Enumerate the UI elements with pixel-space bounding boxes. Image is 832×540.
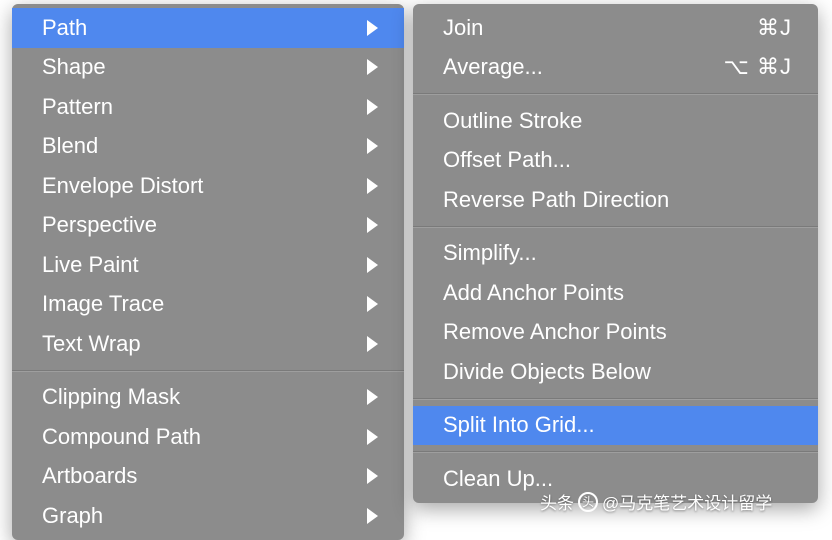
menu-item-average[interactable]: Average...⌥ ⌘J bbox=[413, 48, 818, 88]
path-submenu[interactable]: Join⌘JAverage...⌥ ⌘JOutline StrokeOffset… bbox=[413, 4, 818, 503]
submenu-arrow-icon bbox=[367, 429, 378, 445]
menu-item-pattern[interactable]: Pattern bbox=[12, 87, 404, 127]
watermark-icon: 头 bbox=[578, 492, 598, 512]
object-menu[interactable]: Path Shape Pattern Blend Envelope Distort Per… bbox=[12, 4, 404, 540]
menu-item-text-wrap[interactable]: Text Wrap bbox=[12, 324, 404, 364]
menu-item-label: Divide Objects Below bbox=[443, 359, 792, 385]
menu-item-label: Remove Anchor Points bbox=[443, 319, 792, 345]
menu-item-outline-stroke[interactable]: Outline Stroke bbox=[413, 101, 818, 141]
menu-item-label: Pattern bbox=[42, 94, 367, 120]
submenu-arrow-icon bbox=[367, 20, 378, 36]
menu-item-split-into-grid[interactable]: Split Into Grid... bbox=[413, 406, 818, 446]
menu-separator bbox=[12, 370, 404, 372]
menu-item-label: Path bbox=[42, 15, 367, 41]
menu-item-label: Live Paint bbox=[42, 252, 367, 278]
menu-item-label: Shape bbox=[42, 54, 367, 80]
submenu-arrow-icon bbox=[367, 99, 378, 115]
menu-item-offset-path[interactable]: Offset Path... bbox=[413, 141, 818, 181]
menu-item-add-anchor-points[interactable]: Add Anchor Points bbox=[413, 273, 818, 313]
menu-item-label: Graph bbox=[42, 503, 367, 529]
menu-item-label: Reverse Path Direction bbox=[443, 187, 792, 213]
menu-item-remove-anchor-points[interactable]: Remove Anchor Points bbox=[413, 313, 818, 353]
menu-item-image-trace[interactable]: Image Trace bbox=[12, 285, 404, 325]
menu-item-shape[interactable]: Shape bbox=[12, 48, 404, 88]
submenu-arrow-icon bbox=[367, 389, 378, 405]
submenu-arrow-icon bbox=[367, 336, 378, 352]
menu-separator bbox=[413, 226, 818, 228]
submenu-arrow-icon bbox=[367, 257, 378, 273]
submenu-arrow-icon bbox=[367, 508, 378, 524]
submenu-arrow-icon bbox=[367, 178, 378, 194]
menu-item-path[interactable]: Path bbox=[12, 8, 404, 48]
menu-item-label: Offset Path... bbox=[443, 147, 792, 173]
menu-item-label: Envelope Distort bbox=[42, 173, 367, 199]
watermark-text: @马克笔艺术设计留学 bbox=[602, 489, 772, 514]
submenu-arrow-icon bbox=[367, 217, 378, 233]
menu-item-label: Add Anchor Points bbox=[443, 280, 792, 306]
menu-separator bbox=[413, 398, 818, 400]
menu-item-compound-path[interactable]: Compound Path bbox=[12, 417, 404, 457]
watermark-prefix: 头条 bbox=[540, 489, 574, 514]
menu-item-simplify[interactable]: Simplify... bbox=[413, 234, 818, 274]
menu-item-label: Split Into Grid... bbox=[443, 412, 792, 438]
menu-item-graph[interactable]: Graph bbox=[12, 496, 404, 536]
menu-item-label: Outline Stroke bbox=[443, 108, 792, 134]
menu-item-artboards[interactable]: Artboards bbox=[12, 457, 404, 497]
menu-item-clipping-mask[interactable]: Clipping Mask bbox=[12, 378, 404, 418]
menu-item-label: Image Trace bbox=[42, 291, 367, 317]
submenu-arrow-icon bbox=[367, 138, 378, 154]
submenu-arrow-icon bbox=[367, 296, 378, 312]
menu-item-label: Clipping Mask bbox=[42, 384, 367, 410]
menu-item-divide-objects-below[interactable]: Divide Objects Below bbox=[413, 352, 818, 392]
menu-separator bbox=[413, 93, 818, 95]
menu-item-label: Join bbox=[443, 15, 757, 41]
menu-item-envelope-distort[interactable]: Envelope Distort bbox=[12, 166, 404, 206]
menu-item-label: Simplify... bbox=[443, 240, 792, 266]
menu-item-label: Blend bbox=[42, 133, 367, 159]
menu-item-label: Perspective bbox=[42, 212, 367, 238]
menu-item-label: Text Wrap bbox=[42, 331, 367, 357]
menu-item-blend[interactable]: Blend bbox=[12, 127, 404, 167]
menu-item-perspective[interactable]: Perspective bbox=[12, 206, 404, 246]
menu-item-shortcut: ⌘J bbox=[757, 15, 792, 41]
submenu-arrow-icon bbox=[367, 468, 378, 484]
menu-item-label: Artboards bbox=[42, 463, 367, 489]
menu-item-reverse-path-direction[interactable]: Reverse Path Direction bbox=[413, 180, 818, 220]
submenu-arrow-icon bbox=[367, 59, 378, 75]
menu-item-join[interactable]: Join⌘J bbox=[413, 8, 818, 48]
menu-item-label: Average... bbox=[443, 54, 724, 80]
menu-item-label: Compound Path bbox=[42, 424, 367, 450]
menu-item-shortcut: ⌥ ⌘J bbox=[724, 54, 792, 80]
menu-item-live-paint[interactable]: Live Paint bbox=[12, 245, 404, 285]
menu-item-label: Clean Up... bbox=[443, 466, 792, 492]
menu-separator bbox=[413, 451, 818, 453]
watermark: 头条 头 @马克笔艺术设计留学 bbox=[540, 489, 772, 514]
